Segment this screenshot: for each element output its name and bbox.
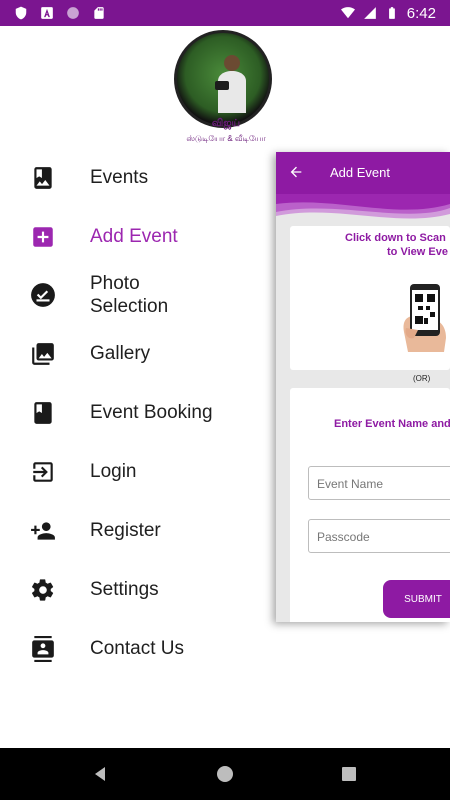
person-icon bbox=[215, 55, 246, 113]
back-arrow-icon[interactable] bbox=[288, 164, 304, 180]
app-toolbar: Add Event bbox=[276, 152, 450, 194]
menu-label-add-event: Add Event bbox=[90, 226, 178, 247]
battery-icon bbox=[385, 6, 399, 20]
qr-phone-icon[interactable] bbox=[400, 282, 450, 354]
gear-icon bbox=[30, 577, 56, 603]
menu-label-gallery: Gallery bbox=[90, 343, 151, 364]
app-title: Add Event bbox=[330, 165, 390, 180]
or-separator: (OR) bbox=[413, 374, 431, 383]
status-left-icons bbox=[14, 6, 106, 20]
studio-logo: விஜய் ஸ்டுடியோ & வீடியோ bbox=[168, 30, 284, 144]
scan-card[interactable]: Click down to Scan to View Eve bbox=[290, 226, 450, 370]
nav-back-icon[interactable] bbox=[92, 766, 108, 782]
submit-button[interactable]: SUBMIT bbox=[383, 580, 450, 618]
menu-label-photo-selection: Photo Selection bbox=[90, 273, 169, 317]
event-form-card: Enter Event Name and Event Name Passcode… bbox=[290, 388, 450, 622]
menu-label-event-booking: Event Booking bbox=[90, 402, 213, 423]
logo-title: விஜய் bbox=[211, 118, 241, 129]
passcode-field[interactable]: Passcode bbox=[308, 519, 450, 553]
status-time: 6:42 bbox=[406, 4, 436, 22]
bookmark-image-icon bbox=[30, 165, 56, 191]
login-icon bbox=[30, 459, 56, 485]
menu-item-events[interactable]: Events bbox=[0, 148, 270, 207]
menu-item-event-booking[interactable]: Event Booking bbox=[0, 383, 270, 442]
system-nav-bar bbox=[0, 748, 450, 800]
drawer-menu: Events Add Event Photo Selection Gallery bbox=[0, 148, 270, 678]
menu-item-add-event[interactable]: Add Event bbox=[0, 207, 270, 266]
menu-item-register[interactable]: Register bbox=[0, 501, 270, 560]
app-screen-preview[interactable]: Add Event Click down to Scan to View Eve bbox=[276, 152, 450, 622]
status-right: 6:42 bbox=[340, 4, 436, 22]
header-wave bbox=[276, 194, 450, 226]
sd-card-icon bbox=[92, 6, 106, 20]
check-circle-icon bbox=[30, 282, 56, 308]
add-box-icon bbox=[30, 224, 56, 250]
menu-item-photo-selection[interactable]: Photo Selection bbox=[0, 266, 270, 324]
scan-instruction-line1: Click down to Scan bbox=[345, 232, 446, 244]
book-icon bbox=[30, 400, 56, 426]
menu-label-contact-us: Contact Us bbox=[90, 638, 184, 659]
wifi-icon bbox=[340, 6, 355, 20]
event-name-field[interactable]: Event Name bbox=[308, 466, 450, 500]
logo-subtitle: ஸ்டுடியோ & வீடியோ bbox=[186, 134, 266, 143]
menu-item-contact-us[interactable]: Contact Us bbox=[0, 619, 270, 678]
menu-item-login[interactable]: Login bbox=[0, 442, 270, 501]
photo-library-icon bbox=[30, 341, 56, 367]
menu-item-gallery[interactable]: Gallery bbox=[0, 324, 270, 383]
person-add-icon bbox=[30, 518, 56, 544]
status-bar: 6:42 bbox=[0, 0, 450, 26]
screen: 6:42 விஜய் ஸ்டுடியோ & வீடியோ Events Add … bbox=[0, 0, 450, 800]
nav-home-icon[interactable] bbox=[217, 766, 233, 782]
logo-photo bbox=[174, 30, 272, 128]
menu-item-settings[interactable]: Settings bbox=[0, 560, 270, 619]
menu-label-register: Register bbox=[90, 520, 161, 541]
menu-label-events: Events bbox=[90, 167, 149, 188]
contacts-icon bbox=[30, 635, 56, 662]
nav-recents-icon[interactable] bbox=[342, 767, 356, 781]
circle-icon bbox=[66, 6, 80, 20]
menu-label-settings: Settings bbox=[90, 579, 159, 600]
scan-instruction-line2: to View Eve bbox=[387, 246, 448, 258]
font-a-icon bbox=[40, 6, 54, 20]
form-instruction: Enter Event Name and bbox=[334, 418, 450, 430]
menu-label-login: Login bbox=[90, 461, 137, 482]
shield-icon bbox=[14, 6, 28, 20]
signal-icon bbox=[363, 6, 377, 20]
